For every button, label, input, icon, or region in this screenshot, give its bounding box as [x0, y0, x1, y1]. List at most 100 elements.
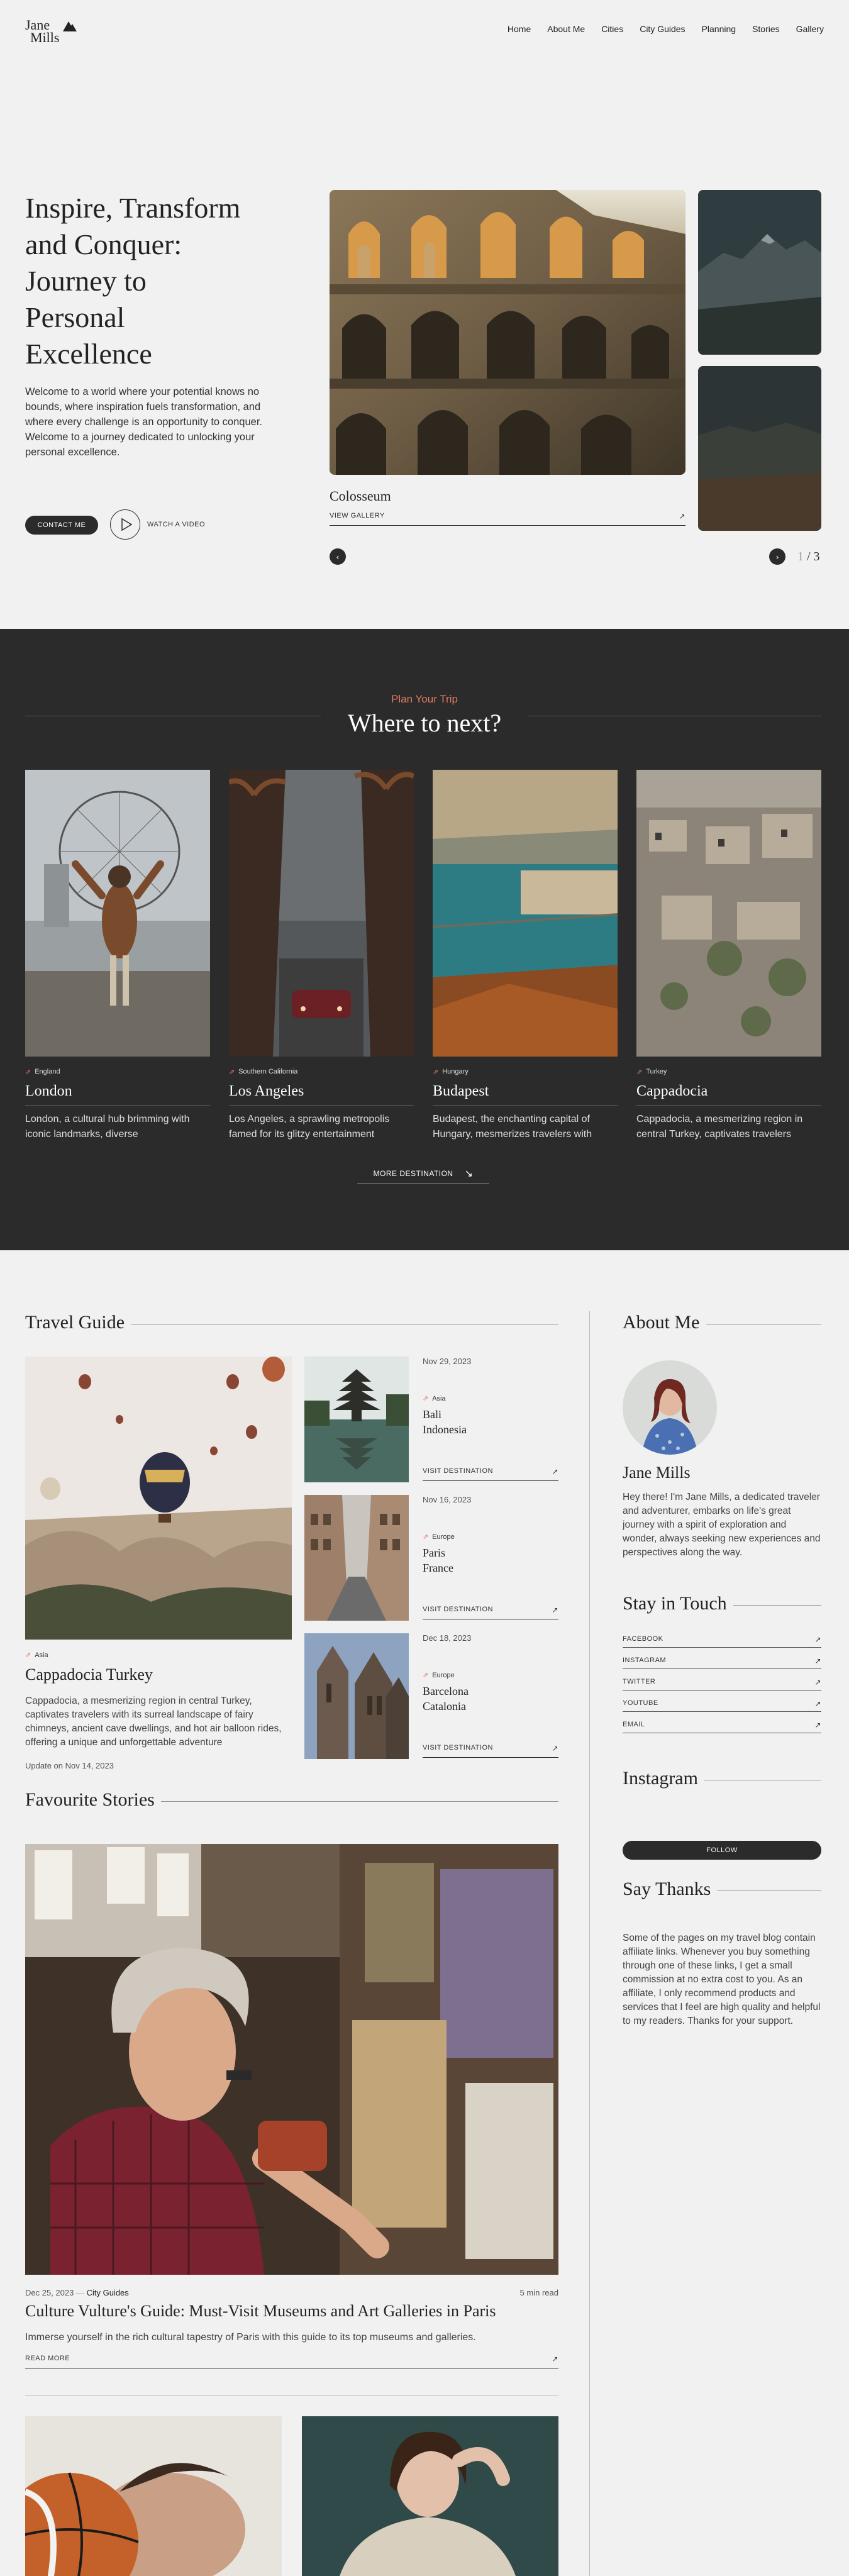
social-label: TWITTER [623, 1678, 656, 1685]
story-read-time: 5 min read [519, 2288, 558, 2297]
desert-photo [698, 366, 821, 531]
social-link-youtube[interactable]: YOUTUBE ↗ [623, 1697, 821, 1712]
prev-slide-button[interactable]: ‹ [330, 548, 346, 565]
arrow-up-right-icon: ↗ [679, 512, 685, 521]
more-destination-label: MORE DESTINATION [373, 1169, 453, 1178]
nav-gallery[interactable]: Gallery [796, 24, 824, 34]
play-video-button[interactable] [110, 509, 140, 540]
destination-name: Budapest [433, 1083, 618, 1106]
arrow-up-right-icon: ↗ [814, 1721, 821, 1729]
destination-card-los-angeles[interactable]: ⇗ Southern California Los Angeles Los Ang… [229, 770, 414, 1142]
social-link-email[interactable]: EMAIL ↗ [623, 1718, 821, 1733]
colosseum-slide-image[interactable] [330, 190, 685, 475]
guide-city: Bali Indonesia [423, 1407, 467, 1437]
favourite-stories-heading: Favourite Stories [25, 1789, 161, 1811]
slide-current: 1 [797, 550, 804, 564]
slide-total: / 3 [807, 550, 820, 564]
story-date: Dec 25, 2023 [25, 2288, 74, 2297]
barcelona-photo [304, 1633, 409, 1759]
social-label: FACEBOOK [623, 1635, 663, 1643]
guide-city: Paris France [423, 1545, 453, 1575]
slide-caption: Colosseum [330, 488, 391, 504]
cappadocia-photo [636, 770, 821, 1057]
hero-intro-text: Welcome to a world where your potential … [25, 386, 262, 458]
follow-button[interactable]: FOLLOW [623, 1841, 821, 1860]
travel-guide-heading: Travel Guide [25, 1312, 131, 1333]
view-gallery-link[interactable]: VIEW GALLERY ↗ [330, 512, 685, 526]
nav-home[interactable]: Home [508, 24, 531, 34]
arrow-up-right-icon: ↗ [814, 1657, 821, 1665]
instagram-heading: Instagram [623, 1768, 704, 1789]
column-divider [589, 1311, 590, 2576]
next-slide-button[interactable]: › [769, 548, 785, 565]
mountain-slide-thumbnail[interactable] [698, 190, 821, 355]
arrow-up-right-icon: ↗ [552, 1744, 558, 1753]
destination-desc: Budapest, the enchanting capital of Hung… [433, 1114, 592, 1140]
more-destination-button[interactable]: MORE DESTINATION ↘ [357, 1163, 489, 1184]
main-nav: Home About Me Cities City Guides Plannin… [508, 24, 824, 34]
stay-in-touch-heading: Stay in Touch [623, 1593, 733, 1614]
nav-about[interactable]: About Me [547, 24, 585, 34]
guide-item-barcelona[interactable]: Dec 18, 2023 ⇗ Europe Barcelona Catalonia… [304, 1633, 558, 1759]
destination-region: England [35, 1068, 60, 1075]
hero-title: Inspire, Transform and Conquer: Journey … [25, 190, 302, 372]
art-gallery-photo[interactable] [25, 1844, 558, 2275]
destination-name: Los Angeles [229, 1083, 414, 1106]
budapest-photo [433, 770, 618, 1057]
guide-region: Asia [432, 1394, 446, 1402]
meta-separator: — [75, 2288, 87, 2297]
say-thanks-heading: Say Thanks [623, 1879, 718, 1900]
guide-city-line1: Barcelona [423, 1685, 469, 1697]
watch-video-label[interactable]: WATCH A VIDEO [147, 521, 205, 528]
destination-region: Hungary [442, 1068, 469, 1075]
arrow-up-right-icon: ↗ [814, 1699, 821, 1708]
nav-cities[interactable]: Cities [601, 24, 623, 34]
guide-date: Nov 16, 2023 [423, 1495, 472, 1504]
social-link-twitter[interactable]: TWITTER ↗ [623, 1675, 821, 1690]
destination-region: Southern California [238, 1068, 298, 1075]
featured-guide-title[interactable]: Cappadocia Turkey [25, 1665, 153, 1684]
social-link-instagram[interactable]: INSTAGRAM ↗ [623, 1654, 821, 1669]
pin-icon: ⇗ [25, 1068, 31, 1076]
featured-guide-desc: Cappadocia, a mesmerizing region in cent… [25, 1696, 282, 1748]
hero-title-line: Inspire, Transform [25, 192, 241, 224]
visit-destination-link[interactable]: VISIT DESTINATION ↗ [423, 1606, 558, 1619]
arrow-up-right-icon: ↗ [814, 1635, 821, 1644]
hero-title-line: Excellence [25, 338, 152, 370]
author-avatar [623, 1360, 717, 1455]
visit-destination-link[interactable]: VISIT DESTINATION ↗ [423, 1467, 558, 1481]
pin-icon: ⇗ [636, 1068, 643, 1076]
arrow-up-right-icon: ↗ [552, 1467, 558, 1476]
destination-card-london[interactable]: ⇗ England London London, a cultural hub b… [25, 770, 210, 1142]
social-link-facebook[interactable]: FACEBOOK ↗ [623, 1633, 821, 1648]
story-category[interactable]: City Guides [87, 2288, 129, 2297]
site-logo[interactable]: Jane Mills [25, 18, 82, 45]
guide-city-line2: Catalonia [423, 1700, 466, 1713]
nav-planning[interactable]: Planning [702, 24, 736, 34]
guide-city: Barcelona Catalonia [423, 1684, 469, 1714]
visit-destination-label: VISIT DESTINATION [423, 1467, 493, 1475]
visit-destination-link[interactable]: VISIT DESTINATION ↗ [423, 1744, 558, 1758]
view-gallery-label: VIEW GALLERY [330, 512, 385, 519]
guide-item-paris[interactable]: Nov 16, 2023 ⇗ Europe Paris France VISIT … [304, 1495, 558, 1621]
arrow-down-right-icon: ↘ [464, 1168, 474, 1179]
guide-region: Europe [432, 1533, 455, 1541]
nav-city-guides[interactable]: City Guides [640, 24, 685, 34]
destination-card-cappadocia[interactable]: ⇗ Turkey Cappadocia Cappadocia, a mesmeri… [636, 770, 821, 1142]
mountain-photo [698, 190, 821, 355]
guide-city-line1: Paris [423, 1546, 445, 1559]
read-more-link[interactable]: READ MORE ↗ [25, 2355, 558, 2368]
destination-card-budapest[interactable]: ⇗ Hungary Budapest Budapest, the enchanti… [433, 770, 618, 1142]
desert-slide-thumbnail[interactable] [698, 366, 821, 531]
pin-icon: ⇗ [433, 1068, 439, 1076]
basketball-story-photo[interactable] [25, 2416, 282, 2576]
portrait-story-photo[interactable] [302, 2416, 558, 2576]
guide-item-bali[interactable]: Nov 29, 2023 ⇗ Asia Bali Indonesia VISIT … [304, 1357, 558, 1482]
about-heading: About Me [623, 1312, 706, 1333]
london-photo [25, 770, 210, 1057]
contact-me-button[interactable]: CONTACT ME [25, 516, 98, 535]
cappadocia-balloon-photo[interactable] [25, 1357, 292, 1640]
chevron-right-icon: › [775, 552, 779, 562]
story-title[interactable]: Culture Vulture's Guide: Must-Visit Muse… [25, 2302, 496, 2321]
nav-stories[interactable]: Stories [752, 24, 780, 34]
